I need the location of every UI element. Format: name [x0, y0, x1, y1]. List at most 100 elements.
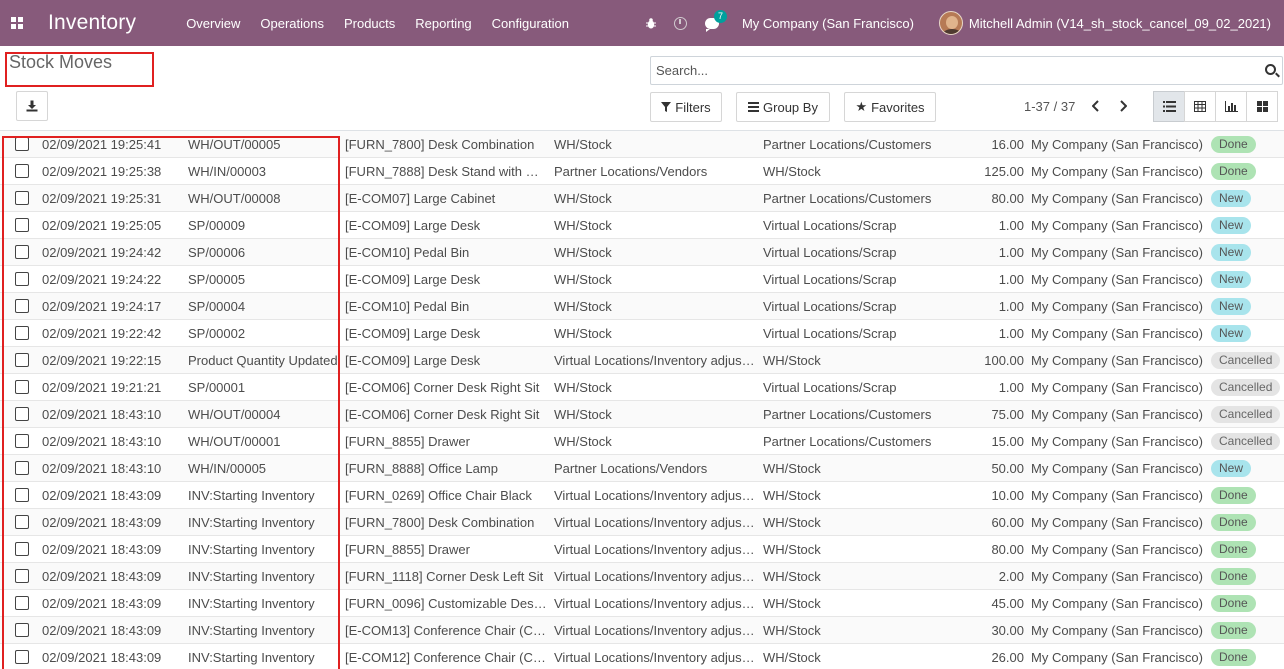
cell-date: 02/09/2021 19:21:21 — [42, 380, 162, 395]
systray: 7 My Company (San Francisco) Mitchell Ad… — [637, 0, 1284, 46]
table-row[interactable]: 02/09/2021 19:25:38 WH/IN/00003 [FURN_7888… — [0, 158, 1284, 185]
cell-date: 02/09/2021 19:24:22 — [42, 272, 162, 287]
cell-product: [FURN_1118] Corner Desk Left Sit — [345, 569, 544, 584]
groupby-button[interactable]: Group By — [736, 92, 830, 122]
table-row[interactable]: 02/09/2021 18:43:10 WH/OUT/00004 [E-COM06]… — [0, 401, 1284, 428]
pivot-view-button[interactable] — [1184, 91, 1216, 122]
table-row[interactable]: 02/09/2021 19:24:42 SP/00006 [E-COM10] Ped… — [0, 239, 1284, 266]
cell-company: My Company (San Francisco) — [1031, 407, 1203, 422]
table-row[interactable]: 02/09/2021 19:24:17 SP/00004 [E-COM10] Ped… — [0, 293, 1284, 320]
row-checkbox[interactable] — [15, 218, 29, 232]
cell-date: 02/09/2021 19:25:38 — [42, 164, 162, 179]
status-badge: Done — [1211, 568, 1256, 585]
filters-button[interactable]: Filters — [650, 92, 722, 122]
kanban-view-button[interactable] — [1246, 91, 1278, 122]
cell-company: My Company (San Francisco) — [1031, 650, 1203, 665]
status-badge: Done — [1211, 136, 1256, 153]
cell-product: [E-COM10] Pedal Bin — [345, 299, 470, 314]
search-input[interactable] — [651, 57, 1241, 84]
pager-value[interactable]: 1-37 / 37 — [1024, 99, 1075, 114]
table-row[interactable]: 02/09/2021 18:43:10 WH/IN/00005 [FURN_8888… — [0, 455, 1284, 482]
status-badge: New — [1211, 217, 1252, 234]
table-row[interactable]: 02/09/2021 18:43:10 WH/OUT/00001 [FURN_885… — [0, 428, 1284, 455]
row-checkbox[interactable] — [15, 380, 29, 394]
cell-reference: INV:Starting Inventory — [188, 515, 315, 530]
table-row[interactable]: 02/09/2021 18:43:09 INV:Starting Inventor… — [0, 644, 1284, 669]
row-checkbox[interactable] — [15, 353, 29, 367]
menu-reporting[interactable]: Reporting — [405, 16, 481, 31]
table-row[interactable]: 02/09/2021 19:25:41 WH/OUT/00005 [FURN_780… — [0, 131, 1284, 158]
status-badge: Done — [1211, 649, 1256, 666]
cell-quantity: 1.00 — [998, 218, 1024, 233]
cell-source-location: Virtual Locations/Inventory adjus… — [554, 650, 755, 665]
table-row[interactable]: 02/09/2021 19:22:42 SP/00002 [E-COM09] Lar… — [0, 320, 1284, 347]
table-row[interactable]: 02/09/2021 18:43:09 INV:Starting Inventor… — [0, 590, 1284, 617]
cell-reference: SP/00004 — [188, 299, 246, 314]
row-checkbox[interactable] — [15, 434, 29, 448]
row-checkbox[interactable] — [15, 326, 29, 340]
row-checkbox[interactable] — [15, 515, 29, 529]
company-switcher[interactable]: My Company (San Francisco) — [742, 16, 914, 31]
table-row[interactable]: 02/09/2021 18:43:09 INV:Starting Inventor… — [0, 536, 1284, 563]
cell-quantity: 1.00 — [998, 326, 1024, 341]
cell-quantity: 16.00 — [991, 137, 1024, 152]
status-badge: New — [1211, 298, 1252, 315]
favorites-button[interactable]: ★ Favorites — [844, 92, 936, 122]
cell-product: [FURN_8855] Drawer — [345, 542, 470, 557]
row-checkbox[interactable] — [15, 542, 29, 556]
row-checkbox[interactable] — [15, 623, 29, 637]
row-checkbox[interactable] — [15, 650, 29, 664]
table-row[interactable]: 02/09/2021 18:43:09 INV:Starting Inventor… — [0, 482, 1284, 509]
favorites-label: Favorites — [871, 99, 925, 115]
cell-quantity: 125.00 — [984, 164, 1024, 179]
groupby-label: Group By — [763, 99, 818, 115]
cell-source-location: WH/Stock — [554, 218, 612, 233]
search-icon[interactable] — [1265, 64, 1276, 75]
cell-product: [FURN_8855] Drawer — [345, 434, 470, 449]
export-download-button[interactable] — [16, 91, 48, 121]
table-row[interactable]: 02/09/2021 19:25:31 WH/OUT/00008 [E-COM07]… — [0, 185, 1284, 212]
menu-products[interactable]: Products — [334, 16, 405, 31]
cell-product: [FURN_7800] Desk Combination — [345, 515, 535, 530]
table-row[interactable]: 02/09/2021 18:43:09 INV:Starting Inventor… — [0, 509, 1284, 536]
row-checkbox[interactable] — [15, 488, 29, 502]
graph-view-button[interactable] — [1215, 91, 1247, 122]
table-row[interactable]: 02/09/2021 19:24:22 SP/00005 [E-COM09] Lar… — [0, 266, 1284, 293]
table-row[interactable]: 02/09/2021 19:22:15 Product Quantity Upda… — [0, 347, 1284, 374]
row-checkbox[interactable] — [15, 245, 29, 259]
menu-overview[interactable]: Overview — [176, 16, 250, 31]
menu-operations[interactable]: Operations — [250, 16, 334, 31]
row-checkbox[interactable] — [15, 191, 29, 205]
status-badge: New — [1211, 244, 1252, 261]
table-row[interactable]: 02/09/2021 18:43:09 INV:Starting Inventor… — [0, 617, 1284, 644]
user-menu[interactable]: Mitchell Admin (V14_sh_stock_cancel_09_0… — [938, 11, 1271, 35]
apps-grid-icon[interactable] — [0, 0, 34, 46]
messages-button[interactable]: 7 — [704, 9, 727, 32]
app-brand[interactable]: Inventory — [48, 11, 136, 35]
cell-product: [E-COM07] Large Cabinet — [345, 191, 496, 206]
table-row[interactable]: 02/09/2021 19:21:21 SP/00001 [E-COM06] Cor… — [0, 374, 1284, 401]
cell-product: [E-COM09] Large Desk — [345, 272, 481, 287]
row-checkbox[interactable] — [15, 569, 29, 583]
pager-next-button[interactable] — [1116, 98, 1130, 114]
cell-source-location: WH/Stock — [554, 434, 612, 449]
status-badge: Cancelled — [1211, 352, 1281, 369]
menu-configuration[interactable]: Configuration — [482, 16, 579, 31]
pager-previous-button[interactable] — [1089, 98, 1103, 114]
cell-reference: WH/OUT/00004 — [188, 407, 281, 422]
table-row[interactable]: 02/09/2021 18:43:09 INV:Starting Inventor… — [0, 563, 1284, 590]
list-view-button[interactable] — [1153, 91, 1185, 122]
row-checkbox[interactable] — [15, 164, 29, 178]
table-row[interactable]: 02/09/2021 19:25:05 SP/00009 [E-COM09] Lar… — [0, 212, 1284, 239]
status-badge: Cancelled — [1211, 433, 1281, 450]
row-checkbox[interactable] — [15, 596, 29, 610]
activity-clock-icon[interactable] — [673, 16, 687, 30]
row-checkbox[interactable] — [15, 137, 29, 151]
debug-bug-icon[interactable] — [645, 17, 656, 29]
row-checkbox[interactable] — [15, 407, 29, 421]
cell-destination-location: Virtual Locations/Scrap — [763, 272, 897, 287]
row-checkbox[interactable] — [15, 461, 29, 475]
row-checkbox[interactable] — [15, 272, 29, 286]
cell-destination-location: WH/Stock — [763, 650, 821, 665]
row-checkbox[interactable] — [15, 299, 29, 313]
